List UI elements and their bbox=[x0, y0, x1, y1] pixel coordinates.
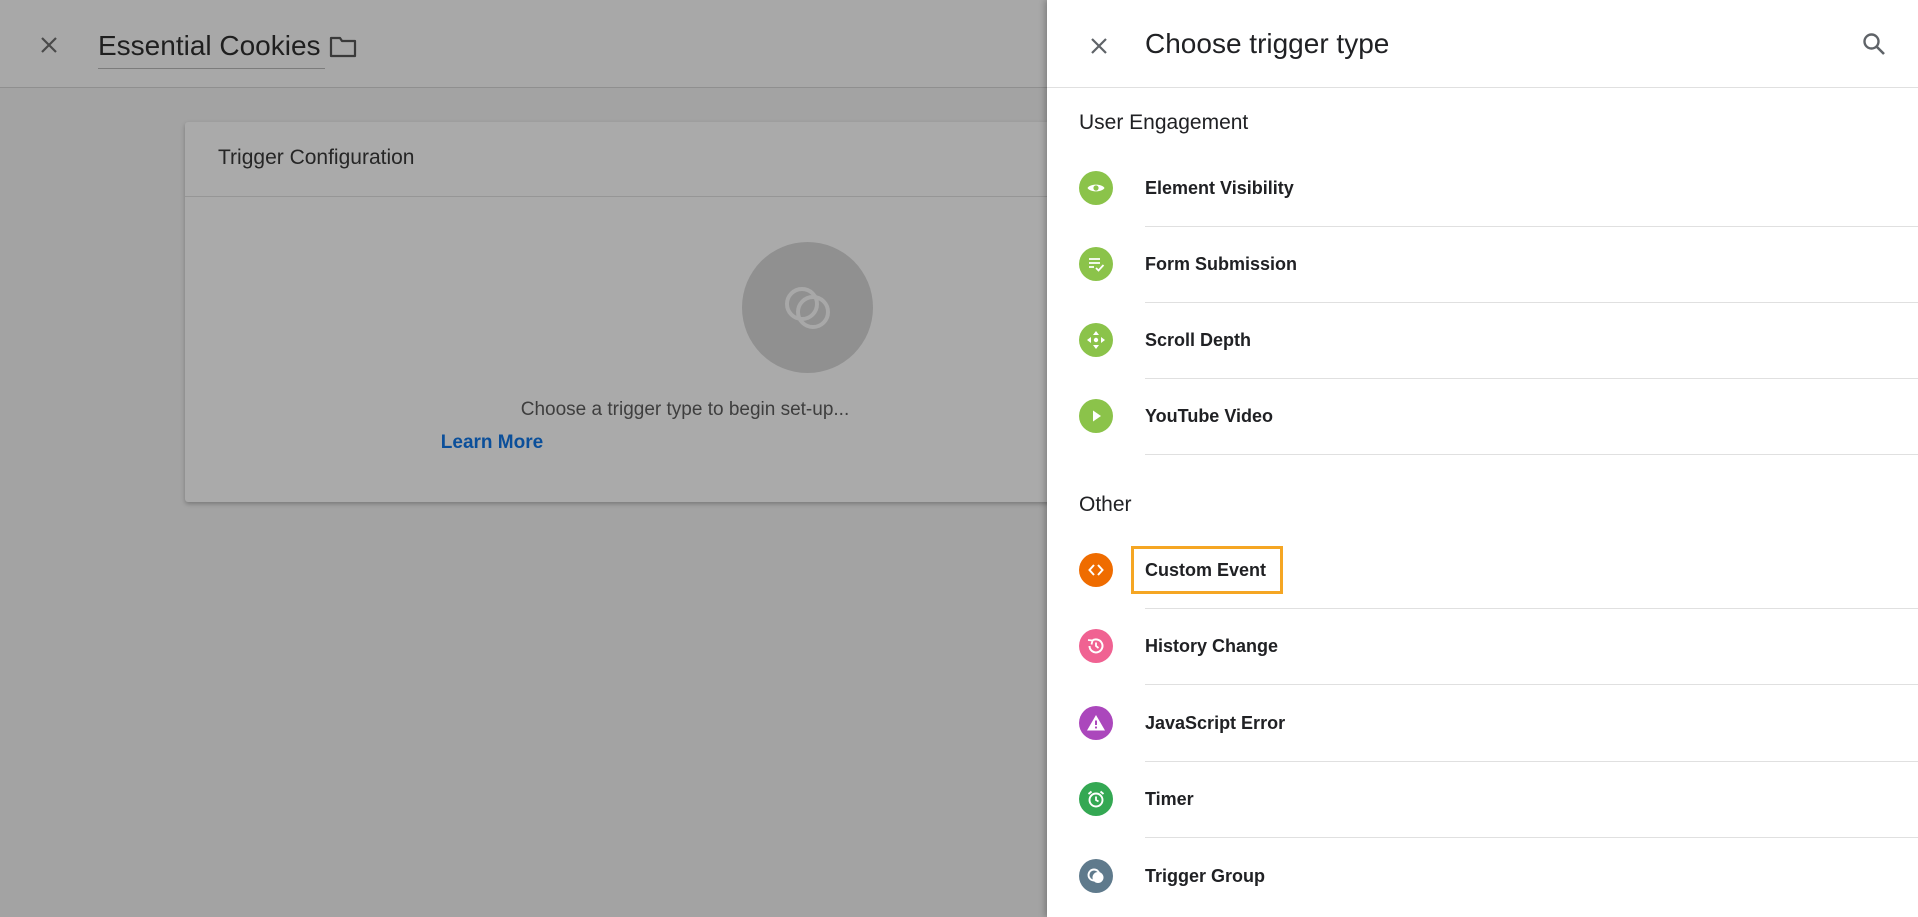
trigger-type-label: YouTube Video bbox=[1145, 406, 1274, 426]
trigger-type-label: Trigger Group bbox=[1145, 866, 1266, 886]
trigger-type-label: Form Submission bbox=[1145, 254, 1298, 274]
trigger-type-label: JavaScript Error bbox=[1145, 713, 1286, 733]
trigger-name-field[interactable]: Essential Cookies bbox=[98, 26, 325, 69]
divider bbox=[1145, 454, 1918, 455]
card-hint-text: Choose a trigger type to begin set-up... bbox=[520, 399, 850, 420]
search-icon bbox=[1863, 33, 1885, 55]
section-title-other: Other bbox=[1079, 493, 1132, 516]
panel-header: Choose trigger type bbox=[1047, 0, 1918, 88]
panel-search-button[interactable] bbox=[1857, 27, 1891, 61]
code-brackets-icon bbox=[1079, 553, 1113, 587]
panel-close-button[interactable] bbox=[1082, 29, 1116, 63]
history-icon bbox=[1079, 629, 1113, 663]
trigger-type-timer[interactable]: Timer bbox=[1047, 762, 1918, 838]
learn-more-link[interactable]: Learn More bbox=[441, 432, 543, 454]
trigger-type-youtube-video[interactable]: YouTube Video bbox=[1047, 379, 1918, 455]
play-icon bbox=[1079, 399, 1113, 433]
editor-close-button[interactable] bbox=[32, 28, 66, 62]
alarm-icon bbox=[1079, 782, 1113, 816]
card-hint-row: Choose a trigger type to begin set-up... bbox=[185, 399, 1185, 421]
trigger-type-javascript-error[interactable]: JavaScript Error bbox=[1047, 686, 1918, 762]
form-check-icon bbox=[1079, 247, 1113, 281]
trigger-group-icon bbox=[1079, 859, 1113, 893]
trigger-type-label: Element Visibility bbox=[1145, 178, 1294, 198]
trigger-type-label: Timer bbox=[1145, 789, 1194, 809]
learn-more-row: Learn More bbox=[185, 432, 1185, 454]
close-icon bbox=[1091, 38, 1107, 54]
eye-icon bbox=[1079, 171, 1113, 205]
card-divider bbox=[185, 196, 1185, 197]
card-title: Trigger Configuration bbox=[218, 146, 415, 169]
trigger-type-trigger-group[interactable]: Trigger Group bbox=[1047, 839, 1918, 915]
trigger-type-label: History Change bbox=[1145, 636, 1279, 656]
trigger-type-scroll-depth[interactable]: Scroll Depth bbox=[1047, 303, 1918, 379]
trigger-configuration-card: Trigger Configuration Choose a trigger t… bbox=[185, 122, 1185, 502]
folder-button[interactable] bbox=[326, 30, 360, 64]
trigger-type-history-change[interactable]: History Change bbox=[1047, 609, 1918, 685]
close-icon bbox=[41, 37, 57, 53]
warning-icon bbox=[1079, 706, 1113, 740]
trigger-placeholder-icon[interactable] bbox=[742, 242, 873, 373]
divider bbox=[1145, 684, 1918, 685]
scroll-arrows-icon bbox=[1079, 323, 1113, 357]
trigger-type-form-submission[interactable]: Form Submission bbox=[1047, 227, 1918, 303]
panel-title: Choose trigger type bbox=[1145, 28, 1390, 59]
highlight-box bbox=[1131, 546, 1283, 594]
trigger-type-panel: Choose trigger type User Engagement Elem… bbox=[1047, 0, 1918, 917]
folder-icon bbox=[329, 36, 357, 58]
section-title-user-engagement: User Engagement bbox=[1079, 111, 1249, 134]
divider bbox=[1145, 837, 1918, 838]
trigger-type-label: Scroll Depth bbox=[1145, 330, 1252, 350]
trigger-type-element-visibility[interactable]: Element Visibility bbox=[1047, 151, 1918, 227]
overlap-circles-icon bbox=[784, 286, 830, 329]
